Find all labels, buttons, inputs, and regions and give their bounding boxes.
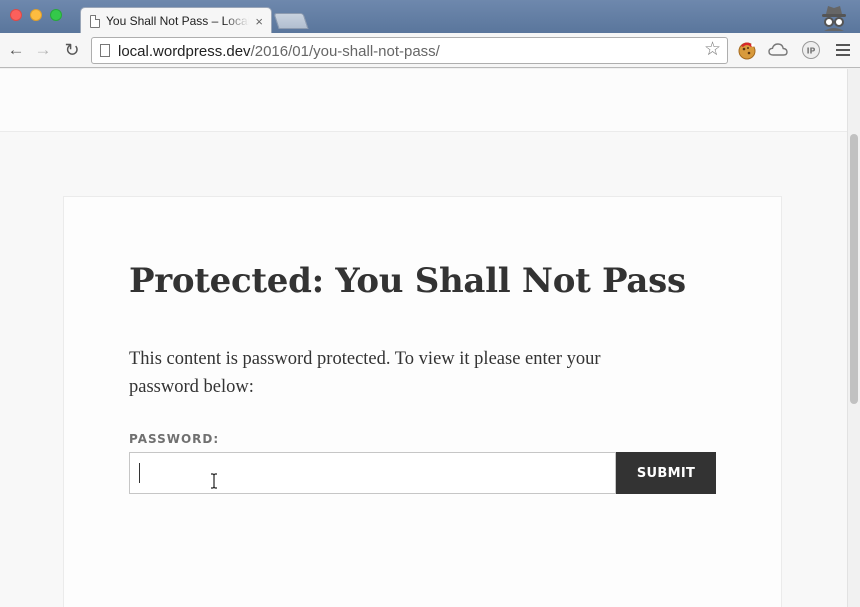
i-beam-cursor-icon [211,473,217,489]
svg-text:IP: IP [807,47,816,56]
post-title: Protected: You Shall Not Pass [129,261,686,301]
site-header [0,69,847,132]
password-input[interactable] [129,452,616,494]
password-label: PASSWORD: [129,432,220,446]
url-host: local.wordpress.dev [118,43,251,60]
back-arrow-icon[interactable]: ← [6,41,26,59]
page-viewport: Protected: You Shall Not Pass This conte… [0,69,847,607]
vertical-scrollbar[interactable] [847,69,860,607]
browser-tab[interactable]: You Shall Not Pass – Local WordPress × [80,7,272,34]
ip-extension-icon[interactable]: IP [801,40,821,60]
cookie-extension-icon[interactable] [737,40,757,60]
scrollbar-thumb[interactable] [850,134,858,404]
forward-arrow-icon[interactable]: → [33,41,53,59]
tab-close-icon[interactable]: × [255,15,263,28]
protected-post: Protected: You Shall Not Pass This conte… [63,196,782,607]
cloud-extension-icon[interactable] [768,40,788,60]
tab-title: You Shall Not Pass – Local WordPress [106,14,250,28]
browser-toolbar: ← → ↻ local.wordpress.dev/2016/01/you-sh… [0,33,860,68]
minimize-window-button[interactable] [30,9,42,21]
url-text[interactable]: local.wordpress.dev/2016/01/you-shall-no… [118,43,440,60]
star-icon[interactable]: ☆ [704,40,721,60]
close-window-button[interactable] [10,9,22,21]
address-bar[interactable]: local.wordpress.dev/2016/01/you-shall-no… [91,37,728,64]
url-path: /2016/01/you-shall-not-pass/ [250,43,440,60]
page-icon [100,44,110,57]
submit-button[interactable]: SUBMIT [616,452,716,494]
text-caret [139,463,140,483]
reload-icon[interactable]: ↻ [62,41,82,59]
browser-titlebar: You Shall Not Pass – Local WordPress × [0,0,860,34]
hamburger-menu-icon[interactable] [836,44,850,56]
document-icon [90,14,100,28]
incognito-icon [822,6,846,31]
password-protected-message: This content is password protected. To v… [129,349,601,397]
maximize-window-button[interactable] [50,9,62,21]
new-tab-button[interactable] [273,13,309,29]
